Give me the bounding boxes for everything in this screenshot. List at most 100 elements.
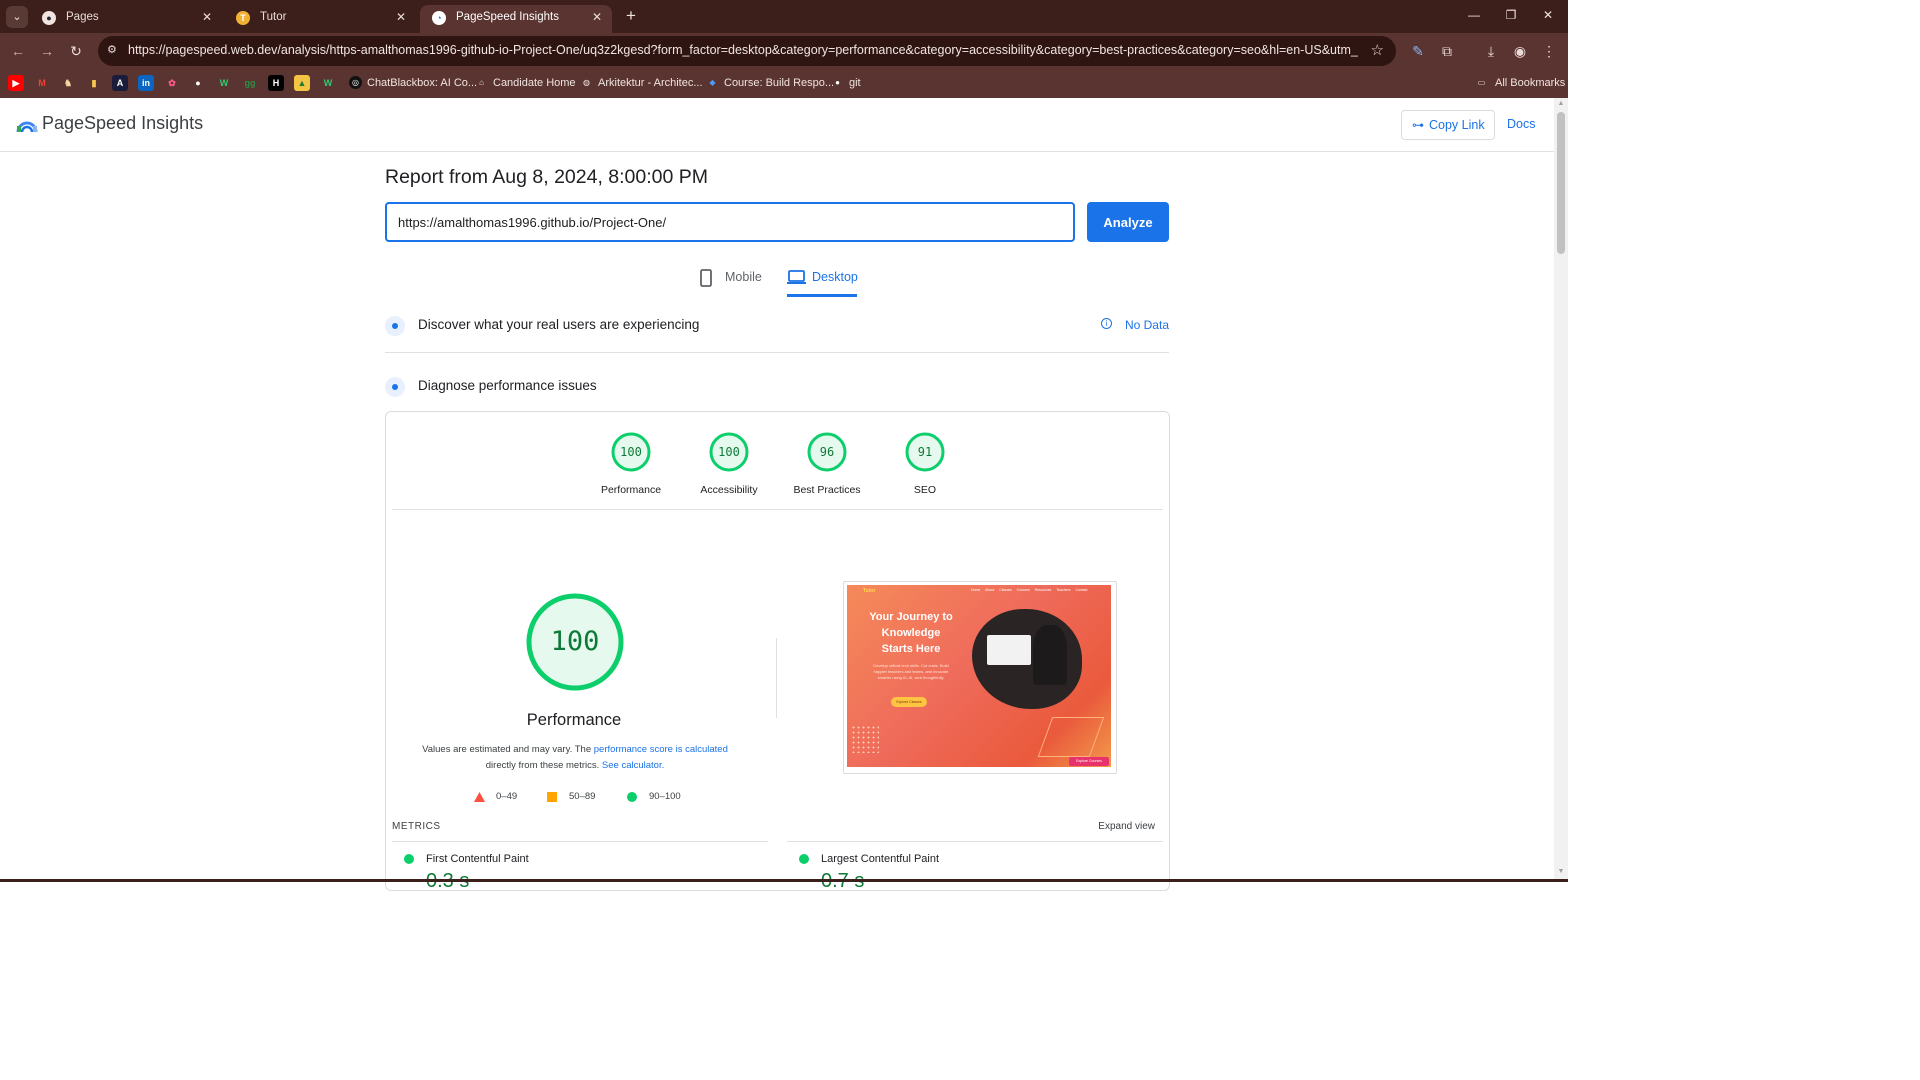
metric-name: Largest Contentful Paint bbox=[821, 853, 940, 865]
tab-tutor[interactable]: T Tutor ✕ bbox=[224, 5, 416, 33]
w-icon[interactable]: W bbox=[320, 75, 336, 91]
minimize-icon[interactable]: — bbox=[1464, 8, 1484, 22]
final-screenshot[interactable]: Tutor Home About Classes Courses Resourc… bbox=[843, 581, 1117, 774]
menu-kebab-icon[interactable]: ⋮ bbox=[1539, 41, 1559, 61]
bookmark-candidate-home[interactable]: ⌂ Candidate Home bbox=[475, 75, 576, 91]
blackbox-icon: ◎ bbox=[349, 76, 362, 89]
scroll-up-icon[interactable]: ▲ bbox=[1557, 100, 1565, 107]
screenshot-nav: Tutor Home About Classes Courses Resourc… bbox=[847, 585, 1111, 597]
profile-avatar-icon[interactable]: ◉ bbox=[1510, 41, 1530, 61]
forward-icon[interactable]: → bbox=[37, 41, 57, 61]
image-icon[interactable]: ▲ bbox=[294, 75, 310, 91]
square-average-icon bbox=[547, 792, 557, 802]
no-data-link[interactable]: i No Data bbox=[1100, 318, 1169, 332]
youtube-icon[interactable]: ▶ bbox=[8, 75, 24, 91]
no-data-label: No Data bbox=[1124, 318, 1169, 332]
chart-icon[interactable]: ▮ bbox=[86, 75, 102, 91]
scroll-down-icon[interactable]: ▼ bbox=[1557, 868, 1565, 875]
scroll-thumb[interactable] bbox=[1557, 112, 1565, 254]
screenshot-monitor bbox=[987, 635, 1031, 665]
extensions-puzzle-icon[interactable]: ⧉ bbox=[1437, 41, 1457, 61]
all-bookmarks-label: All Bookmarks bbox=[1495, 77, 1566, 89]
tab-desktop-label: Desktop bbox=[812, 270, 858, 284]
reload-icon[interactable]: ↻ bbox=[66, 41, 86, 61]
vertical-divider bbox=[776, 638, 777, 718]
bookmark-star-icon[interactable]: ☆ bbox=[1371, 41, 1384, 59]
score-gauge-best-practices[interactable]: 96 Best Practices bbox=[782, 432, 872, 496]
bookmark-course[interactable]: ◆ Course: Build Respo... bbox=[706, 75, 834, 91]
browser-toolbar: ← → ↻ ⚙ https://pagespeed.web.dev/analys… bbox=[0, 33, 1568, 69]
address-bar[interactable]: ⚙ https://pagespeed.web.dev/analysis/htt… bbox=[98, 36, 1396, 66]
see-calculator-link[interactable]: See calculator. bbox=[602, 760, 664, 771]
course-icon: ◆ bbox=[709, 78, 716, 87]
close-tab-icon[interactable]: ✕ bbox=[396, 5, 406, 29]
info-icon: i bbox=[1100, 318, 1112, 329]
diagnose-target-icon bbox=[385, 377, 405, 397]
screenshot-subtext: Develop critical tech skills. Cut costs.… bbox=[873, 663, 949, 680]
legend-range: 50–89 bbox=[569, 791, 596, 802]
metric-lcp: Largest Contentful Paint bbox=[799, 853, 939, 865]
score-value: 96 bbox=[819, 445, 835, 459]
bookmark-arkitektur[interactable]: ◍ Arkitektur - Architec... bbox=[580, 75, 703, 91]
tab-title: Pages bbox=[66, 11, 99, 23]
score-gauge-performance[interactable]: 100 Performance bbox=[586, 432, 676, 496]
score-gauge-accessibility[interactable]: 100 Accessibility bbox=[684, 432, 774, 496]
pass-dot-icon bbox=[404, 854, 414, 864]
score-label: SEO bbox=[913, 484, 937, 496]
analyze-button[interactable]: Analyze bbox=[1087, 202, 1169, 242]
url-input[interactable] bbox=[385, 202, 1075, 242]
w-icon[interactable]: W bbox=[216, 75, 232, 91]
close-tab-icon[interactable]: ✕ bbox=[202, 5, 212, 29]
tab-title: Tutor bbox=[260, 11, 287, 23]
color-wheel-icon[interactable]: ✿ bbox=[164, 75, 180, 91]
tab-pages[interactable]: ● Pages ✕ bbox=[30, 5, 222, 33]
score-gauge-seo[interactable]: 91 SEO bbox=[880, 432, 970, 496]
score-calculated-link[interactable]: performance score is calculated bbox=[594, 744, 728, 755]
angular-icon[interactable]: A bbox=[112, 75, 128, 91]
metrics-label: METRICS bbox=[392, 821, 441, 832]
bookmark-label: Course: Build Respo... bbox=[724, 77, 835, 89]
tab-search-chevron-icon[interactable]: ⌄ bbox=[6, 6, 28, 28]
extension-pen-icon[interactable]: ✎ bbox=[1408, 41, 1428, 61]
globe-icon: ◍ bbox=[583, 78, 590, 87]
back-icon[interactable]: ← bbox=[8, 41, 28, 61]
real-users-section: Discover what your real users are experi… bbox=[385, 308, 1169, 348]
address-url[interactable]: https://pagespeed.web.dev/analysis/https… bbox=[128, 43, 1358, 57]
screenshot-explore-button: Explore Courses bbox=[1069, 757, 1109, 766]
link-icon: ⊶ bbox=[1412, 118, 1424, 132]
new-tab-icon[interactable]: + bbox=[620, 6, 642, 28]
note-text: Values are estimated and may vary. The bbox=[422, 744, 594, 755]
site-title[interactable]: PageSpeed Insights bbox=[42, 113, 203, 134]
docs-link[interactable]: Docs bbox=[1507, 117, 1535, 131]
site-info-icon[interactable]: ⚙ bbox=[107, 43, 121, 57]
tab-mobile[interactable]: Mobile bbox=[700, 267, 762, 297]
restore-icon[interactable]: ❐ bbox=[1501, 8, 1521, 22]
bookmark-chatblackbox[interactable]: ◎ ChatBlackbox: AI Co... bbox=[349, 75, 477, 91]
real-users-heading: Discover what your real users are experi… bbox=[418, 317, 700, 332]
github-icon[interactable]: ● bbox=[190, 75, 206, 91]
tutor-icon: T bbox=[236, 11, 250, 25]
performance-note: Values are estimated and may vary. The p… bbox=[406, 742, 744, 774]
tab-pagespeed[interactable]: ◔ PageSpeed Insights ✕ bbox=[420, 5, 612, 33]
gmail-icon[interactable]: M bbox=[34, 75, 50, 91]
copy-link-button[interactable]: ⊶ Copy Link bbox=[1401, 110, 1495, 140]
download-icon[interactable]: ⤓ bbox=[1481, 41, 1501, 61]
all-bookmarks[interactable]: ▭ All Bookmarks bbox=[1475, 75, 1566, 91]
close-tab-icon[interactable]: ✕ bbox=[592, 5, 602, 29]
page-scrollbar[interactable]: ▲ ▼ bbox=[1554, 98, 1568, 882]
linkedin-icon[interactable]: in bbox=[138, 75, 154, 91]
hackerrank-icon[interactable]: H bbox=[268, 75, 284, 91]
fox-icon[interactable]: ♞ bbox=[60, 75, 76, 91]
taskbar-edge bbox=[0, 879, 1568, 882]
score-value: 100 bbox=[620, 445, 642, 459]
score-label: Accessibility bbox=[700, 484, 758, 496]
close-window-icon[interactable]: ✕ bbox=[1538, 8, 1558, 22]
bookmark-label: Arkitektur - Architec... bbox=[598, 77, 703, 89]
bookmark-label: Candidate Home bbox=[493, 77, 576, 89]
bookmark-git[interactable]: ● git bbox=[831, 75, 861, 91]
screenshot-brand: Tutor bbox=[863, 588, 876, 594]
expand-view-toggle[interactable]: Expand view bbox=[1098, 821, 1155, 832]
tab-desktop[interactable]: Desktop bbox=[787, 267, 858, 297]
geeksforgeeks-icon[interactable]: gg bbox=[242, 75, 258, 91]
triangle-fail-icon bbox=[474, 792, 485, 802]
